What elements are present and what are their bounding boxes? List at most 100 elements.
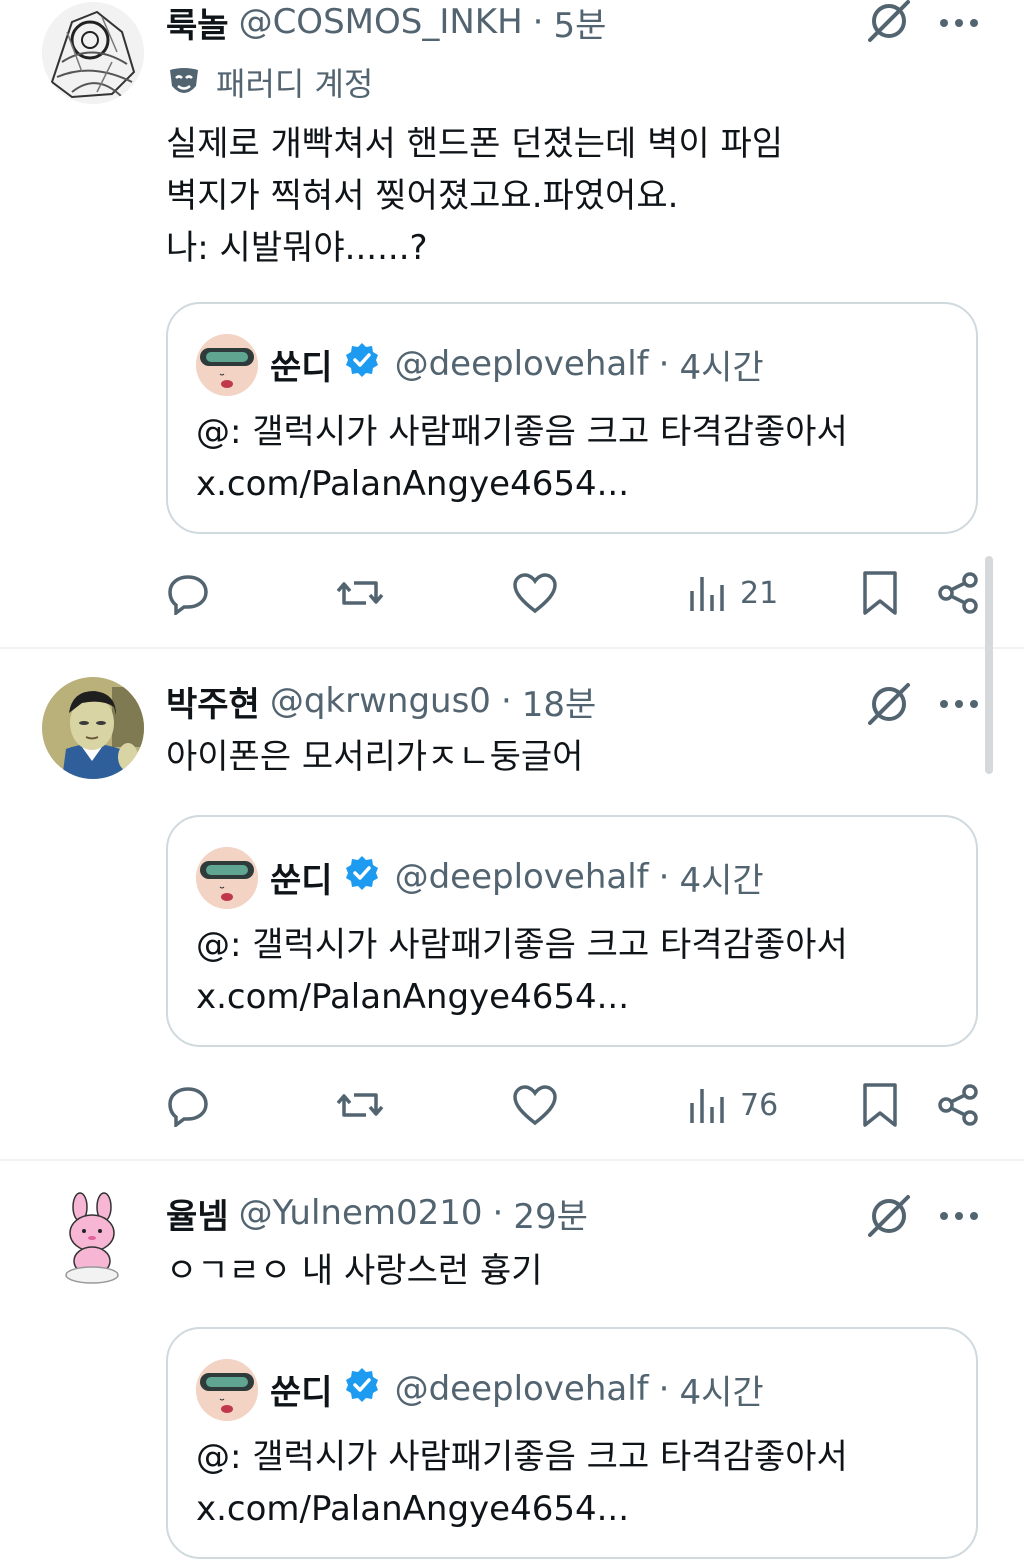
post-text-line: 아이폰은 모서리가ㅈㄴ둥글어 [166,737,584,777]
quote-author-name: 쑨디 [270,347,333,388]
grok-icon[interactable] [864,1191,914,1241]
quote-card[interactable]: 쑨디 @deeplovehalf · 4시간 @: 갤럭시가 사람패기좋음 크고… [166,1327,978,1559]
separator: · [500,681,512,721]
quote-time: 4시간 [679,860,764,901]
scrollbar[interactable] [985,556,993,774]
share-icon [938,572,978,614]
quote-author-name: 쑨디 [270,1372,333,1413]
post-text-line: 나: 시발뭐야......? [166,228,428,268]
views-button[interactable]: 76 [688,1080,778,1130]
heart-icon [513,573,557,614]
quote-author-handle: @deeplovehalf [394,1369,649,1409]
post-text: ㅇㄱㄹㅇ 내 사랑스런 흉기 [166,1245,543,1297]
separator: · [658,857,670,897]
post-2[interactable]: 박주현 @qkrwngus0 · 18분 아이폰은 모서리가ㅈㄴ둥글어 쑨디 @… [0,649,1024,1159]
heart-icon [513,1085,557,1126]
post-text-line: ㅇㄱㄹㅇ 내 사랑스런 흉기 [166,1251,543,1291]
author-name[interactable]: 룩놀 [166,0,229,47]
author-handle[interactable]: @Yulnem0210 [239,1193,483,1233]
bookmark-icon [863,1083,897,1127]
avatar[interactable] [42,677,144,779]
separator: · [658,1369,670,1409]
views-count: 76 [740,1087,779,1123]
quote-text-line: x.com/PalanAngye4654... [196,464,630,504]
like-button[interactable] [512,568,558,618]
parody-label: 패러디 계정 [166,60,373,104]
reply-icon [168,575,208,615]
author-name[interactable]: 율넴 [166,1189,229,1238]
quote-header: 쑨디 @deeplovehalf · 4시간 [270,340,764,388]
avatar[interactable] [42,2,144,104]
post-time[interactable]: 18분 [522,677,597,726]
bookmark-icon [863,571,897,615]
author-handle[interactable]: @qkrwngus0 [270,681,491,721]
quote-text: @: 갤럭시가 사람패기좋음 크고 타격감좋아서 x.com/PalanAngy… [196,406,848,510]
verified-badge-icon [343,854,381,901]
bookmark-button[interactable] [860,568,900,618]
like-button[interactable] [512,1080,558,1130]
share-button[interactable] [936,1080,980,1130]
action-bar: 76 [0,1080,1024,1130]
post-3[interactable]: 율넴 @Yulnem0210 · 29분 ㅇㄱㄹㅇ 내 사랑스런 흉기 쑨디 @… [0,1161,1024,1568]
quote-text-line: @: 갤럭시가 사람패기좋음 크고 타격감좋아서 [196,925,848,965]
quote-avatar [196,847,258,909]
quote-text-line: @: 갤럭시가 사람패기좋음 크고 타격감좋아서 [196,412,848,452]
mask-icon [170,68,198,93]
avatar[interactable] [42,1189,144,1291]
quote-avatar [196,334,258,396]
reply-button[interactable] [166,568,210,618]
more-icon[interactable] [936,689,982,719]
quote-author-handle: @deeplovehalf [394,344,649,384]
quote-author-handle: @deeplovehalf [394,857,649,897]
repost-button[interactable] [336,1080,384,1130]
grok-icon[interactable] [864,679,914,729]
views-icon [690,1089,724,1123]
post-text: 아이폰은 모서리가ㅈㄴ둥글어 [166,731,583,783]
more-icon[interactable] [936,8,982,38]
parody-text: 패러디 계정 [216,65,374,103]
repost-icon [336,1093,384,1117]
more-icon[interactable] [936,1201,982,1231]
quote-header: 쑨디 @deeplovehalf · 4시간 [270,1365,764,1413]
quote-card[interactable]: 쑨디 @deeplovehalf · 4시간 @: 갤럭시가 사람패기좋음 크고… [166,302,978,534]
action-bar: 21 [0,568,1024,618]
quote-text-line: @: 갤럭시가 사람패기좋음 크고 타격감좋아서 [196,1437,848,1477]
post-time[interactable]: 5분 [553,0,606,47]
verified-badge-icon [343,1366,381,1413]
author-name[interactable]: 박주현 [166,677,260,726]
views-button[interactable]: 21 [688,568,778,618]
post-header: 룩놀 @COSMOS_INKH · 5분 [166,0,606,47]
post-text-line: 벽지가 찍혀서 찢어졌고요.파였어요. [166,176,679,216]
quote-time: 4시간 [679,1372,764,1413]
repost-button[interactable] [336,568,384,618]
bookmark-button[interactable] [860,1080,900,1130]
verified-badge-icon [343,341,381,388]
separator: · [532,2,544,42]
quote-text-line: x.com/PalanAngye4654... [196,977,630,1017]
quote-text: @: 갤럭시가 사람패기좋음 크고 타격감좋아서 x.com/PalanAngy… [196,1431,848,1535]
quote-card[interactable]: 쑨디 @deeplovehalf · 4시간 @: 갤럭시가 사람패기좋음 크고… [166,815,978,1047]
quote-avatar [196,1359,258,1421]
post-text: 실제로 개빡쳐서 핸드폰 던졌는데 벽이 파임 벽지가 찍혀서 찢어졌고요.파였… [166,118,783,274]
author-handle[interactable]: @COSMOS_INKH [239,2,523,42]
reply-button[interactable] [166,1080,210,1130]
share-icon [938,1084,978,1126]
quote-time: 4시간 [679,347,764,388]
post-time[interactable]: 29분 [513,1189,588,1238]
quote-text-line: x.com/PalanAngye4654... [196,1489,630,1529]
post-header: 율넴 @Yulnem0210 · 29분 [166,1189,588,1238]
views-count: 21 [740,575,779,611]
separator: · [658,344,670,384]
quote-text: @: 갤럭시가 사람패기좋음 크고 타격감좋아서 x.com/PalanAngy… [196,919,848,1023]
post-1[interactable]: 룩놀 @COSMOS_INKH · 5분 패러디 계정 실제로 개빡쳐서 핸드폰… [0,0,1024,648]
quote-header: 쑨디 @deeplovehalf · 4시간 [270,853,764,901]
views-icon [690,577,724,611]
post-text-line: 실제로 개빡쳐서 핸드폰 던졌는데 벽이 파임 [166,124,784,164]
separator: · [492,1193,504,1233]
reply-icon [168,1087,208,1127]
quote-author-name: 쑨디 [270,860,333,901]
share-button[interactable] [936,568,980,618]
grok-icon[interactable] [864,0,914,46]
repost-icon [336,581,384,605]
post-header: 박주현 @qkrwngus0 · 18분 [166,677,597,726]
